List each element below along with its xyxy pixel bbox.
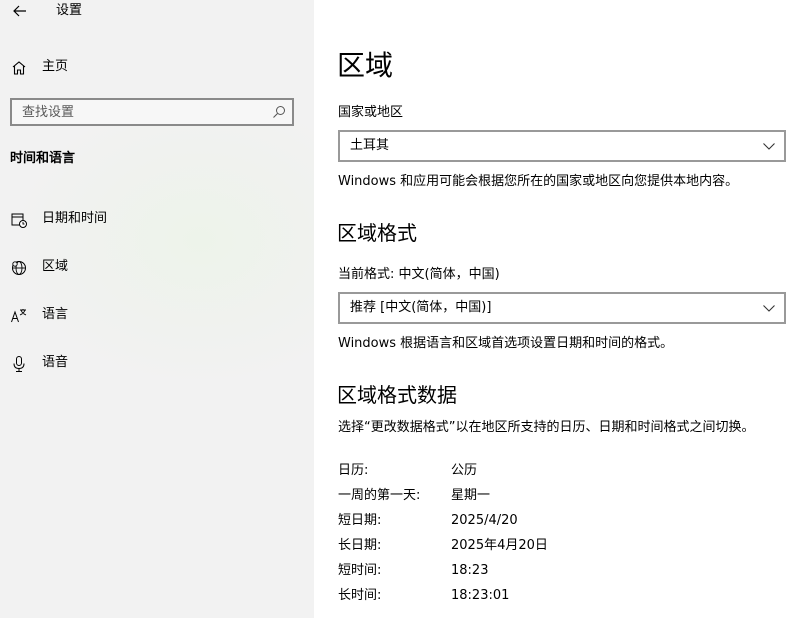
sidebar-item-speech[interactable]: 语音 xyxy=(0,352,314,376)
sidebar-item-label: 区域 xyxy=(42,259,69,274)
sidebar-item-label: 语音 xyxy=(42,355,69,370)
country-dropdown[interactable]: 土耳其 xyxy=(338,130,786,162)
sidebar-item-label: 语言 xyxy=(42,307,69,322)
sidebar: 设置 主页 时间和语言 日期和时间 区域 xyxy=(0,0,314,618)
calendar-value: 公历 xyxy=(451,463,478,478)
format-dropdown-value: 推荐 [中文(简体，中国)] xyxy=(350,300,492,315)
first-day-label: 一周的第一天: xyxy=(338,488,421,503)
home-icon xyxy=(12,61,26,75)
format-data-description: 选择“更改数据格式”以在地区所支持的日历、日期和时间格式之间切换。 xyxy=(338,420,755,435)
section-header: 时间和语言 xyxy=(10,151,76,166)
format-heading: 区域格式 xyxy=(337,221,417,245)
search-input[interactable] xyxy=(22,103,262,121)
format-description: Windows 根据语言和区域首选项设置日期和时间的格式。 xyxy=(338,336,674,351)
language-icon xyxy=(11,309,27,323)
main-panel: 区域 国家或地区 土耳其 Windows 和应用可能会根据您所在的国家或地区向您… xyxy=(314,0,810,618)
short-time-value: 18:23 xyxy=(451,563,489,578)
short-date-value: 2025/4/20 xyxy=(451,513,518,528)
country-description: Windows 和应用可能会根据您所在的国家或地区向您提供本地内容。 xyxy=(338,174,739,189)
page-title: 区域 xyxy=(337,49,394,82)
chevron-down-icon xyxy=(763,143,775,150)
search-box[interactable] xyxy=(10,98,294,126)
first-day-value: 星期一 xyxy=(451,488,491,503)
globe-icon xyxy=(12,261,26,275)
calendar-clock-icon xyxy=(11,213,27,228)
search-icon[interactable] xyxy=(272,105,286,119)
sidebar-item-date-time[interactable]: 日期和时间 xyxy=(0,208,314,232)
long-date-value: 2025年4月20日 xyxy=(451,538,548,553)
app-title: 设置 xyxy=(56,3,83,18)
format-dropdown[interactable]: 推荐 [中文(简体，中国)] xyxy=(338,292,786,324)
format-data-heading: 区域格式数据 xyxy=(337,383,457,407)
chevron-down-icon xyxy=(763,305,775,312)
country-label: 国家或地区 xyxy=(338,105,404,120)
microphone-icon xyxy=(13,356,25,372)
current-format-label: 当前格式: 中文(简体，中国) xyxy=(338,267,500,282)
calendar-label: 日历: xyxy=(338,463,369,478)
back-arrow-icon xyxy=(13,5,26,17)
sidebar-item-region[interactable]: 区域 xyxy=(0,256,314,280)
long-time-label: 长时间: xyxy=(338,588,382,603)
long-date-label: 长日期: xyxy=(338,538,382,553)
sidebar-item-home[interactable]: 主页 xyxy=(0,56,314,80)
sidebar-item-label: 主页 xyxy=(42,59,69,74)
country-dropdown-value: 土耳其 xyxy=(350,138,390,153)
short-date-label: 短日期: xyxy=(338,513,382,528)
short-time-label: 短时间: xyxy=(338,563,382,578)
back-button[interactable] xyxy=(8,0,32,22)
sidebar-item-label: 日期和时间 xyxy=(42,211,108,226)
sidebar-item-language[interactable]: 语言 xyxy=(0,304,314,328)
long-time-value: 18:23:01 xyxy=(451,588,510,603)
